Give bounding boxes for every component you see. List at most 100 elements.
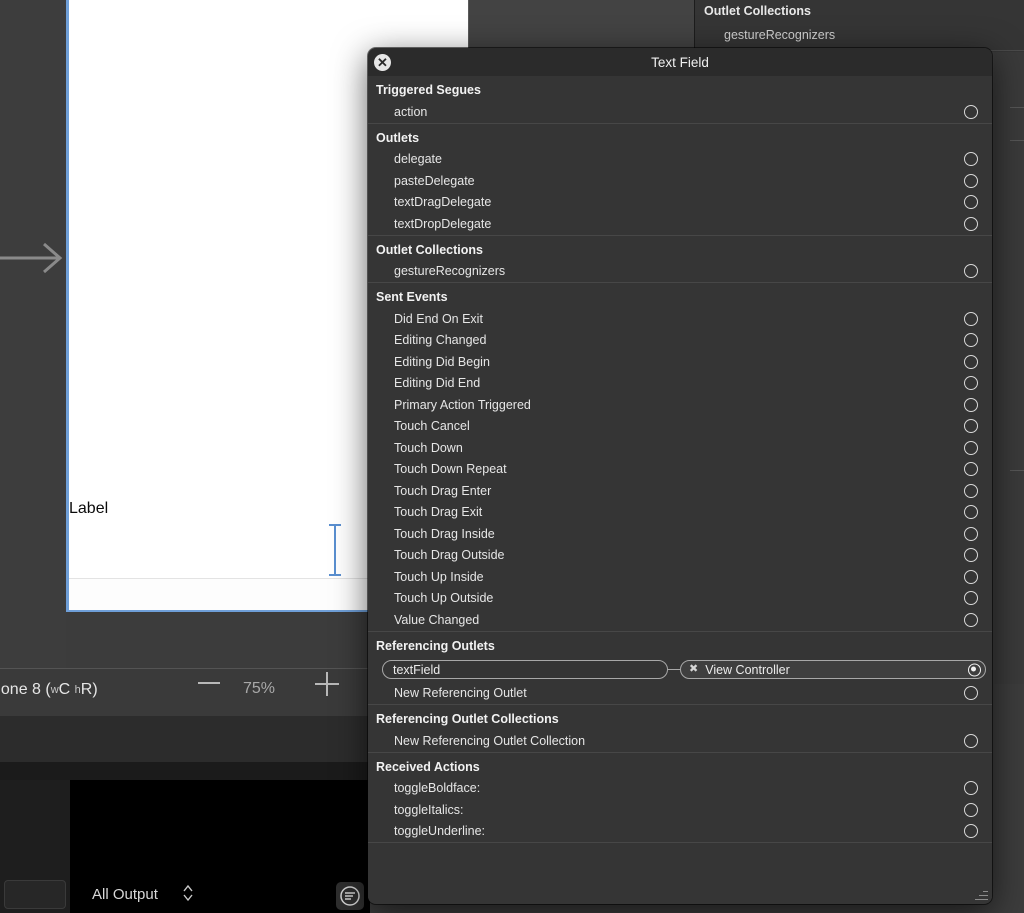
connection-row[interactable]: Primary Action Triggered [368, 394, 992, 416]
zoom-level-label: 75% [243, 680, 276, 697]
popover-footer [368, 843, 992, 903]
popover-section: Outlet Collections gestureRecognizers [368, 236, 992, 283]
ibeam-cursor [329, 524, 341, 576]
connection-row[interactable]: Touch Cancel [368, 416, 992, 438]
connection-row[interactable]: Touch Drag Enter [368, 480, 992, 502]
connection-row[interactable]: Editing Did Begin [368, 351, 992, 373]
connection-row[interactable]: Did End On Exit [368, 308, 992, 330]
connection-row-label: textDropDelegate [394, 216, 492, 231]
connection-row-label: toggleItalics: [394, 802, 464, 817]
resize-grip-icon[interactable] [974, 887, 988, 901]
connection-dot[interactable] [964, 104, 978, 119]
connection-row-label: Touch Drag Outside [394, 548, 505, 563]
connection-row[interactable]: Touch Up Outside [368, 588, 992, 610]
connection-dot[interactable] [964, 781, 978, 796]
connection-row[interactable]: gestureRecognizers [368, 261, 992, 283]
section-heading: Outlet Collections [376, 242, 483, 257]
section-heading: Sent Events [376, 290, 448, 304]
popover-section: Outlets delegate pasteDelegate textDragDele… [368, 124, 992, 236]
canvas-toolbar-divider [0, 668, 370, 669]
connection-row[interactable]: pasteDelegate [368, 170, 992, 192]
connection-dot[interactable] [964, 311, 978, 326]
connection-row-label: Touch Drag Inside [394, 526, 495, 541]
xcode-window: Label 入力してください Outlet Collections gestur… [0, 0, 1024, 913]
inspector-section-heading: Outlet Collections [704, 4, 811, 18]
connection-row-label: Touch Down [394, 440, 463, 455]
connection-row-label: Did End On Exit [394, 311, 483, 326]
connection-row[interactable]: toggleItalics: [368, 799, 992, 821]
connection-row[interactable]: toggleBoldface: [368, 778, 992, 800]
connection-dot[interactable] [968, 663, 981, 676]
connection-dot[interactable] [964, 526, 978, 541]
connection-dot[interactable] [964, 216, 978, 231]
popover-titlebar: ✕ Text Field [368, 48, 992, 76]
popover-section: Referencing Outlets textField ✖ View Contro… [368, 632, 992, 705]
connection-row-label: Touch Drag Exit [394, 505, 483, 520]
chevron-updown-icon[interactable] [182, 884, 194, 902]
popover-section: Triggered Segues action [368, 76, 992, 124]
connection-dot[interactable] [964, 462, 978, 477]
connection-row[interactable]: Touch Up Inside [368, 566, 992, 588]
connection-row[interactable]: textDropDelegate [368, 213, 992, 235]
zoom-out-button[interactable] [198, 682, 220, 684]
connected-object-label: View Controller [705, 662, 790, 677]
connection-row[interactable]: textDragDelegate [368, 192, 992, 214]
connection-dot[interactable] [964, 397, 978, 412]
connection-dot[interactable] [964, 376, 978, 391]
connection-dot[interactable] [964, 264, 978, 279]
connection-row[interactable]: Touch Drag Exit [368, 502, 992, 524]
height-class: R) [80, 681, 98, 698]
connection-dot[interactable] [964, 483, 978, 498]
connection-row[interactable]: toggleUnderline: [368, 821, 992, 843]
connection-dot[interactable] [964, 548, 978, 563]
zoom-in-button[interactable] [315, 672, 339, 696]
close-x-icon[interactable]: ✕ [374, 54, 391, 71]
connection-dot[interactable] [964, 333, 978, 348]
connection-link-line [668, 669, 680, 670]
filter-lines-icon[interactable] [336, 882, 364, 910]
connection-row[interactable]: action [368, 101, 992, 123]
connection-row[interactable]: Touch Drag Outside [368, 545, 992, 567]
connection-row[interactable]: New Referencing Outlet Collection [368, 730, 992, 752]
connection-row[interactable]: delegate [368, 149, 992, 171]
connection-dot[interactable] [964, 505, 978, 520]
connection-dot[interactable] [964, 802, 978, 817]
remove-x-icon[interactable]: ✖ [689, 664, 698, 675]
connection-row-label: Value Changed [394, 612, 480, 627]
section-heading: Referencing Outlet Collections [376, 712, 559, 726]
connection-dot[interactable] [964, 173, 978, 188]
connection-row-label: Touch Up Outside [394, 591, 494, 606]
inspector-row-gesturerecognizers[interactable]: gestureRecognizers [724, 28, 835, 42]
outlet-name-pill[interactable]: textField [382, 660, 668, 679]
connection-row[interactable]: Editing Did End [368, 373, 992, 395]
connection-row-label: pasteDelegate [394, 173, 475, 188]
connection-row[interactable]: New Referencing Outlet [368, 683, 992, 705]
connection-dot[interactable] [964, 152, 978, 167]
connection-row[interactable]: Touch Down [368, 437, 992, 459]
connection-row[interactable]: Touch Down Repeat [368, 459, 992, 481]
connection-dot[interactable] [964, 591, 978, 606]
device-config-label[interactable]: hone 8 (wC hR) [0, 681, 98, 699]
connected-object-pill[interactable]: ✖ View Controller [680, 660, 986, 679]
connection-dot[interactable] [964, 419, 978, 434]
connections-popover[interactable]: ✕ Text Field Triggered Segues action Outle… [368, 48, 992, 904]
connection-row[interactable]: Value Changed [368, 609, 992, 631]
connection-dot[interactable] [964, 733, 978, 748]
connection-dot[interactable] [964, 354, 978, 369]
connection-dot[interactable] [964, 195, 978, 210]
connection-row-label: New Referencing Outlet Collection [394, 733, 586, 748]
connection-dot[interactable] [964, 612, 978, 627]
canvas-label[interactable]: Label [69, 500, 108, 518]
section-heading: Triggered Segues [376, 83, 481, 97]
debug-field[interactable] [4, 880, 66, 909]
connection-row[interactable]: Touch Drag Inside [368, 523, 992, 545]
connection-dot[interactable] [964, 569, 978, 584]
connection-dot[interactable] [964, 686, 978, 701]
referencing-outlet-connection[interactable]: textField ✖ View Controller [368, 657, 992, 683]
connection-row[interactable]: Editing Changed [368, 330, 992, 352]
connection-dot[interactable] [964, 824, 978, 839]
right-arrow-icon [0, 238, 66, 278]
connection-dot[interactable] [964, 440, 978, 455]
device-name: hone 8 ( [0, 681, 51, 698]
output-filter-label[interactable]: All Output [92, 886, 158, 903]
